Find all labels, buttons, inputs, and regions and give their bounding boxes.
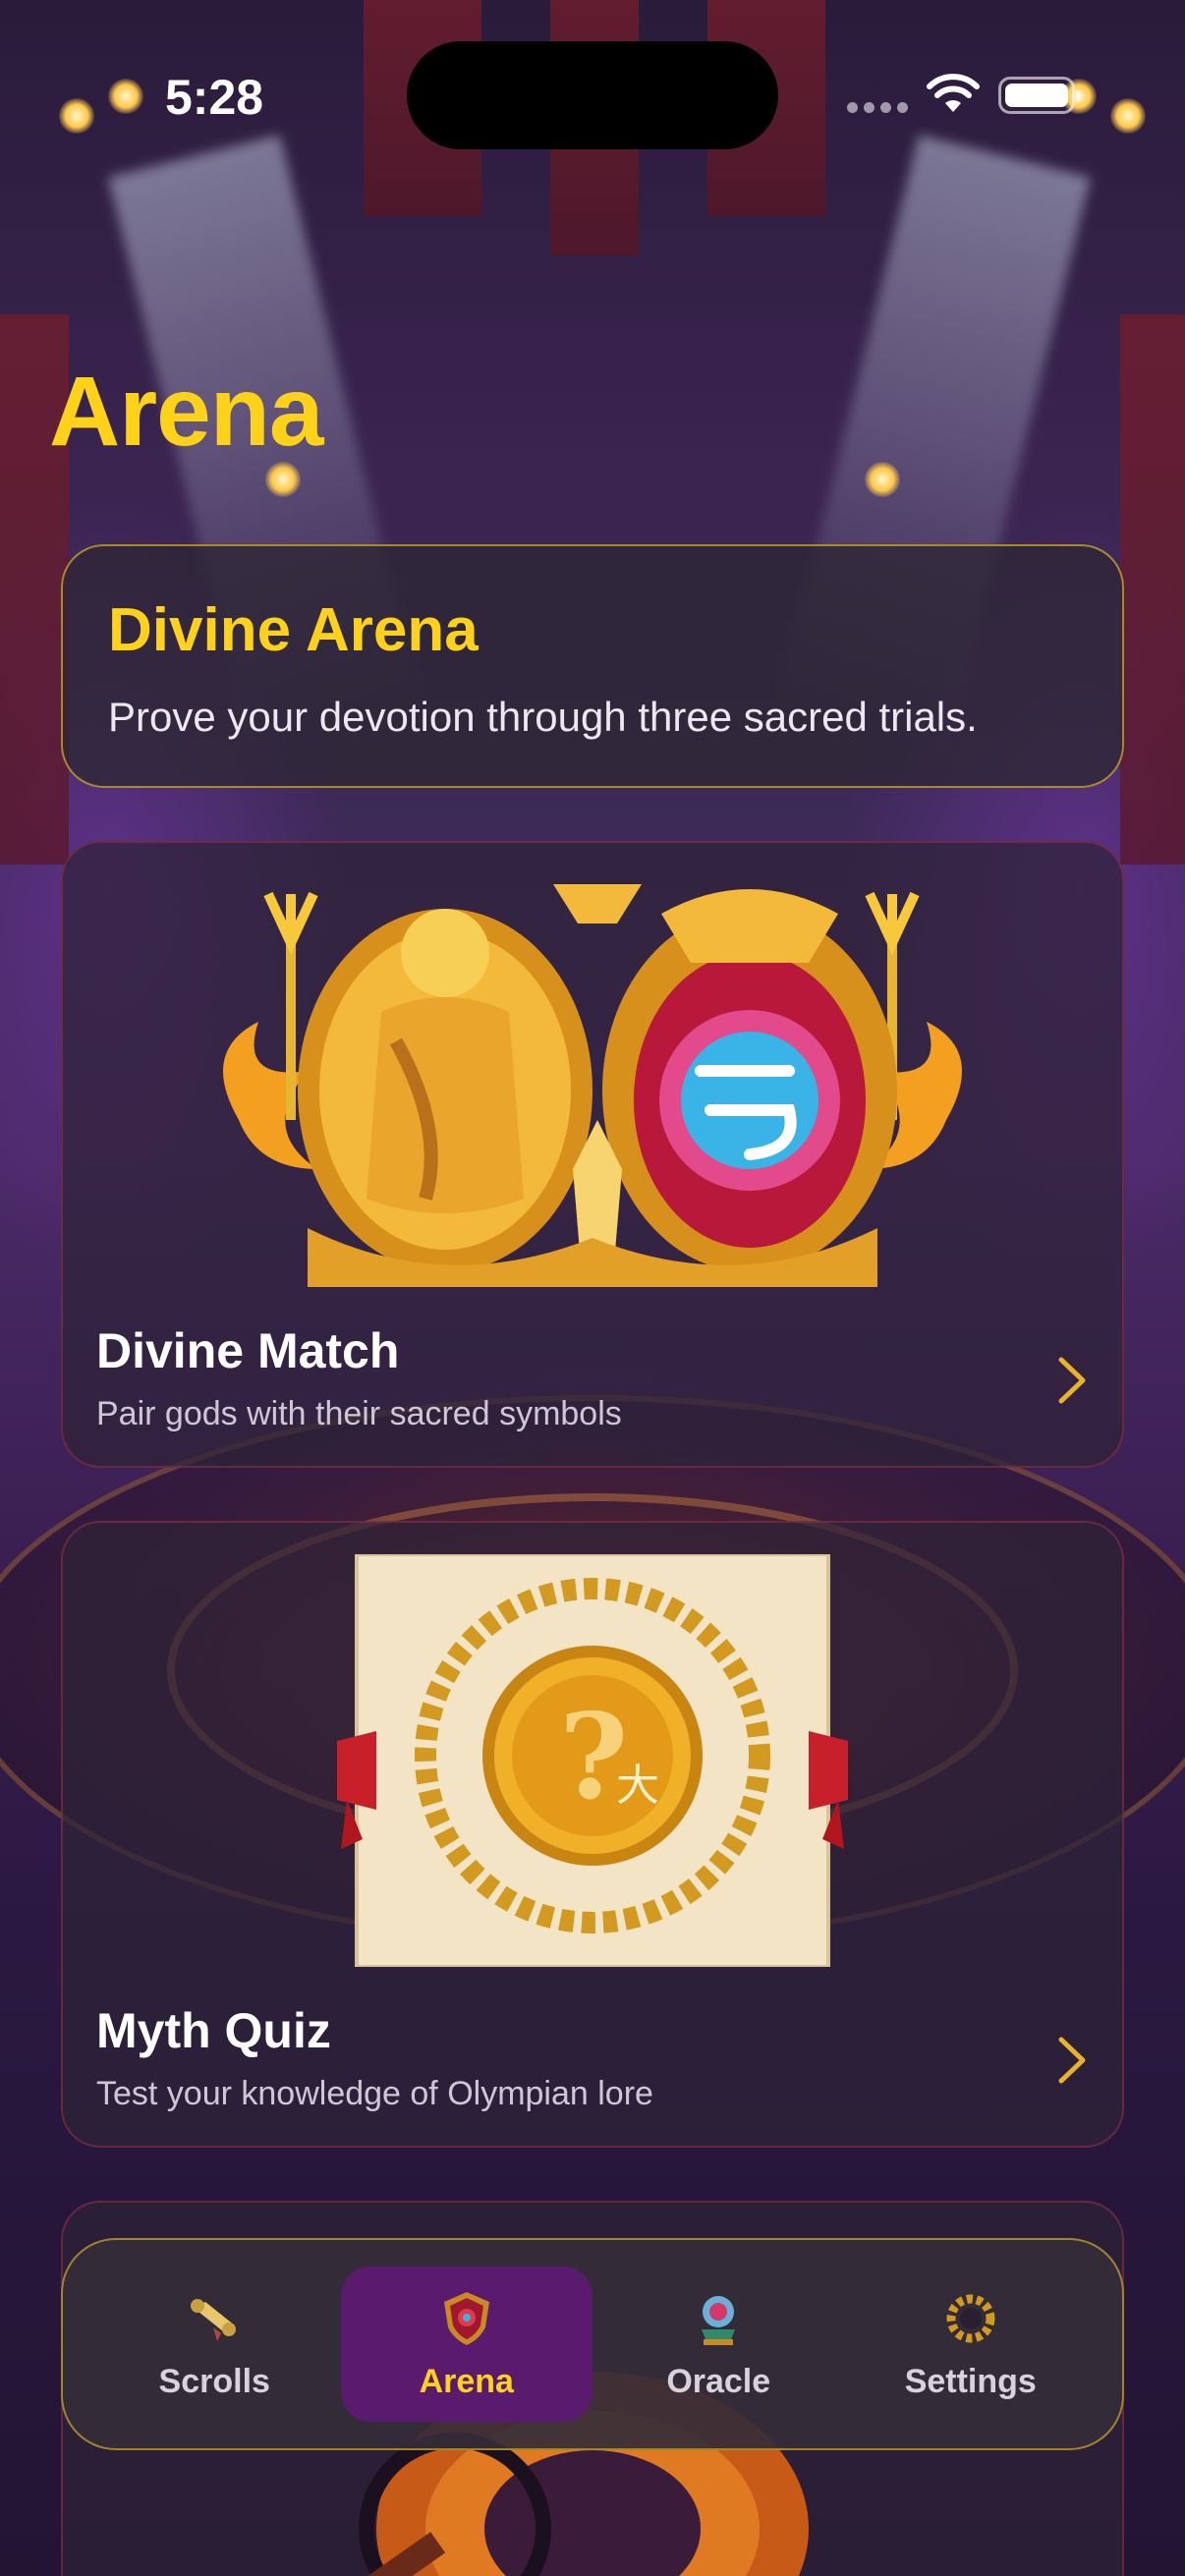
game-title: Divine Match bbox=[96, 1323, 400, 1378]
battery-icon bbox=[998, 77, 1081, 114]
tab-label: Arena bbox=[419, 2362, 514, 2400]
tab-label: Scrolls bbox=[158, 2362, 270, 2400]
game-subtitle: Pair gods with their sacred symbols bbox=[96, 1395, 622, 1432]
page-title: Arena bbox=[49, 357, 323, 467]
banner-decoration bbox=[1120, 314, 1185, 865]
tab-arena[interactable]: Arena bbox=[340, 2267, 592, 2422]
game-card-divine-match[interactable]: Divine Match Pair gods with their sacred… bbox=[61, 841, 1124, 1468]
game-subtitle: Test your knowledge of Olympian lore bbox=[96, 2075, 653, 2112]
candle-light bbox=[1110, 98, 1146, 134]
chevron-right-icon bbox=[1058, 2037, 1086, 2084]
dynamic-island bbox=[407, 41, 778, 149]
intro-card: Divine Arena Prove your devotion through… bbox=[61, 544, 1124, 788]
tab-bar: Scrolls Arena Oracle Settings bbox=[61, 2238, 1124, 2450]
intro-subtitle: Prove your devotion through three sacred… bbox=[108, 694, 978, 740]
wifi-icon bbox=[927, 74, 980, 112]
candle-light bbox=[59, 98, 94, 134]
tab-scrolls[interactable]: Scrolls bbox=[88, 2267, 341, 2422]
tab-label: Oracle bbox=[666, 2362, 771, 2400]
svg-text:大: 大 bbox=[616, 1761, 659, 1811]
candle-light bbox=[108, 79, 143, 114]
scroll-icon bbox=[191, 2298, 237, 2341]
candle-light bbox=[865, 462, 900, 497]
divine-match-art bbox=[223, 884, 962, 1287]
myth-quiz-scroll-art: ? 大 bbox=[337, 1554, 848, 1967]
intro-title: Divine Arena bbox=[108, 596, 479, 664]
tab-settings[interactable]: Settings bbox=[845, 2267, 1098, 2422]
laurel-wreath-icon bbox=[946, 2294, 995, 2342]
tab-label: Settings bbox=[904, 2362, 1037, 2400]
shield-icon bbox=[443, 2291, 489, 2345]
game-card-myth-quiz[interactable]: ? 大 Myth Quiz Test your knowledge of Oly… bbox=[61, 1521, 1124, 2148]
crystal-ball-icon bbox=[702, 2295, 736, 2345]
chevron-right-icon bbox=[1058, 1357, 1086, 1404]
game-title: Myth Quiz bbox=[96, 2003, 331, 2058]
tab-oracle[interactable]: Oracle bbox=[592, 2267, 845, 2422]
status-time: 5:28 bbox=[165, 70, 264, 125]
cellular-signal-icon bbox=[847, 102, 908, 113]
